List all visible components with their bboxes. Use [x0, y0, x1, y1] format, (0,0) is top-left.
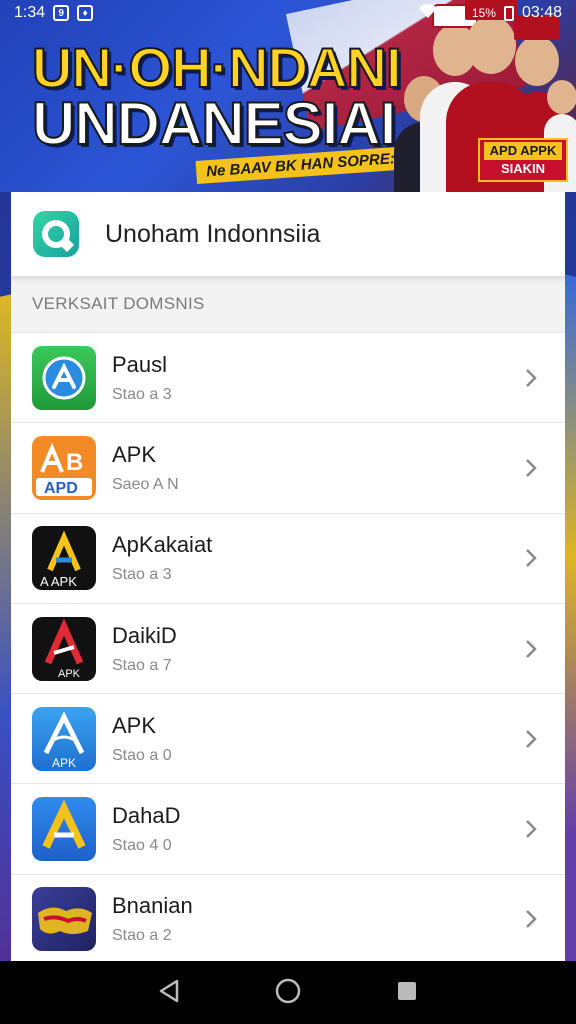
triangle-a-icon: A APK	[32, 526, 96, 591]
home-button[interactable]	[263, 968, 313, 1018]
chevron-right-icon	[511, 638, 551, 660]
svg-text:A APK: A APK	[40, 574, 77, 589]
app-subtitle: Saeo A N	[112, 475, 179, 493]
app-name: Pausl	[112, 351, 168, 377]
app-subtitle: Stao a 0	[112, 746, 172, 764]
app-subtitle: Stao 4 0	[112, 837, 172, 855]
back-triangle-icon	[158, 979, 180, 1006]
battery-percent: 15%	[471, 6, 496, 20]
promo-banner[interactable]: UN·OH·NDANI UNDANESIAI Ne BAAV BK HAN SO…	[0, 0, 576, 192]
list-item[interactable]: APK DaikiD Stao a 7	[11, 604, 565, 695]
app-subtitle: Stao a 2	[112, 927, 172, 945]
app-subtitle: Stao a 7	[112, 656, 172, 674]
banner-badge-line2: SIAKIN	[500, 161, 546, 176]
status-bar: 1:34 9 ♦ 15% 03:48	[0, 0, 576, 26]
signal-icon	[445, 6, 464, 20]
list-item[interactable]: Bnanian Stao a 2	[11, 875, 565, 961]
back-button[interactable]	[144, 968, 194, 1018]
status-clock-right: 03:48	[521, 4, 562, 21]
app-store-a-icon	[32, 345, 96, 410]
chevron-right-icon	[511, 818, 551, 840]
status-time: 1:34	[14, 4, 46, 21]
game-logo-icon	[32, 887, 96, 952]
chevron-right-icon	[511, 457, 551, 479]
chevron-right-icon	[511, 908, 551, 930]
app-name: APK	[112, 712, 157, 738]
app-header[interactable]: Unoham Indonnsiia	[11, 192, 565, 276]
app-name: APK	[112, 441, 157, 467]
app-subtitle: Stao a 3	[112, 385, 172, 403]
banner-title-line2: UNDANESIAI	[31, 90, 397, 157]
list-item[interactable]: Pausl Stao a 3	[11, 333, 565, 424]
recents-square-icon	[396, 980, 418, 1005]
list-item[interactable]: DahaD Stao 4 0	[11, 784, 565, 875]
svg-text:APD: APD	[44, 480, 78, 497]
app-subtitle: Stao a 3	[112, 566, 172, 584]
home-circle-icon	[274, 977, 302, 1008]
chevron-right-icon	[511, 367, 551, 389]
banner-badge: APD APPK SIAKIN	[478, 138, 568, 182]
app-list: Pausl Stao a 3 B APD APK Saeo A N A APK A…	[11, 333, 565, 961]
blue-a-icon: APK	[32, 706, 96, 771]
apk-a-icon: B APD	[32, 435, 96, 500]
list-item[interactable]: APK APK Stao a 0	[11, 694, 565, 785]
red-a-icon: APK	[32, 616, 96, 681]
svg-text:B: B	[66, 449, 83, 476]
notification-location-icon: ♦	[77, 5, 94, 21]
page-title: Unoham Indonnsiia	[105, 219, 321, 248]
battery-icon	[503, 5, 514, 21]
list-item[interactable]: B APD APK Saeo A N	[11, 423, 565, 514]
navigation-bar	[0, 961, 576, 1024]
notification-badge-icon: 9	[53, 5, 70, 21]
section-title: VERKSAIT DOMSNIS	[11, 276, 565, 333]
chevron-right-icon	[511, 547, 551, 569]
app-list-sheet: Unoham Indonnsiia VERKSAIT DOMSNIS Pausl…	[11, 192, 565, 961]
chevron-right-icon	[511, 728, 551, 750]
recents-button[interactable]	[382, 968, 432, 1018]
svg-text:APK: APK	[58, 668, 81, 680]
list-item[interactable]: A APK ApKakaiat Stao a 3	[11, 514, 565, 604]
svg-text:APK: APK	[52, 756, 76, 770]
wifi-icon	[418, 3, 438, 24]
app-name: Bnanian	[112, 893, 193, 919]
chat-bubble-icon	[33, 211, 79, 257]
yellow-a-icon	[32, 797, 96, 862]
banner-title-line1: UN·OH·NDANI	[31, 36, 403, 99]
app-name: DaikiD	[112, 622, 177, 648]
app-name: ApKakaiat	[112, 532, 213, 558]
app-name: DahaD	[112, 803, 181, 829]
banner-badge-line1: APD APPK	[484, 142, 562, 160]
